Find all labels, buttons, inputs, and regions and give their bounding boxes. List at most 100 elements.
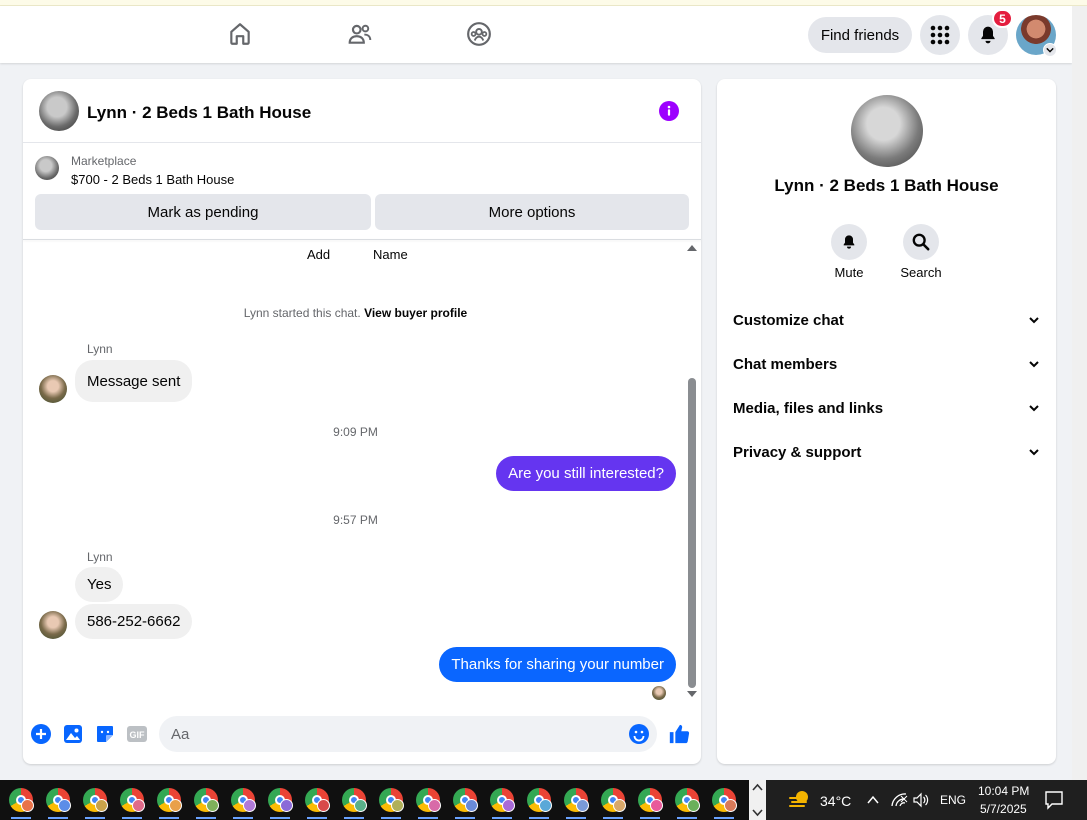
taskbar-chrome-profile-icon[interactable] [120, 788, 145, 819]
thumbs-up-icon[interactable] [668, 723, 690, 745]
friends-icon[interactable] [346, 20, 374, 48]
taskbar-chrome-profile-icon[interactable] [231, 788, 256, 819]
chat-members-section[interactable]: Chat members [733, 344, 1040, 384]
taskbar-chrome-profile-icon[interactable] [638, 788, 663, 819]
info-icon[interactable] [659, 101, 679, 121]
running-indicator [714, 817, 734, 819]
taskbar-chrome-profile-icon[interactable] [453, 788, 478, 819]
profile-badge-icon [169, 799, 182, 812]
view-buyer-profile-link[interactable]: View buyer profile [364, 306, 467, 320]
language-indicator[interactable]: ENG [940, 793, 966, 807]
network-icon[interactable] [890, 792, 908, 813]
weather-icon[interactable] [788, 789, 812, 816]
taskbar-chrome-profile-icon[interactable] [268, 788, 293, 819]
photo-icon[interactable] [62, 723, 84, 745]
page-scrollbar[interactable] [1072, 6, 1087, 780]
taskbar-scroll[interactable] [749, 780, 766, 820]
menu-grid-icon[interactable] [920, 15, 960, 55]
more-options-button[interactable]: More options [375, 194, 689, 230]
search-icon[interactable] [903, 224, 939, 260]
message-composer: GIF [23, 715, 701, 755]
privacy-support-section[interactable]: Privacy & support [733, 432, 1040, 472]
scroll-down-arrow[interactable] [687, 691, 697, 697]
gif-icon[interactable]: GIF [126, 723, 148, 745]
header-divider [23, 239, 701, 240]
windows-taskbar: 34°C ENG 10:04 PM 5/7/2025 [0, 780, 1087, 820]
section-label: Privacy & support [733, 443, 862, 461]
search-label[interactable]: Search [891, 265, 951, 280]
profile-badge-icon [95, 799, 108, 812]
sender-avatar[interactable] [39, 375, 67, 403]
profile-badge-icon [650, 799, 663, 812]
chevron-down-icon [1029, 449, 1039, 456]
message-timestamp: 9:09 PM [333, 425, 378, 439]
chat-header: Lynn · 2 Beds 1 Bath House [23, 79, 701, 143]
taskbar-chrome-profile-icon[interactable] [46, 788, 71, 819]
running-indicator [233, 817, 253, 819]
add-label[interactable]: Add [307, 247, 330, 262]
message-timestamp: 9:57 PM [333, 513, 378, 527]
running-indicator [85, 817, 105, 819]
chat-title[interactable]: Lynn · 2 Beds 1 Bath House [87, 103, 311, 123]
profile-badge-icon [132, 799, 145, 812]
clock-date[interactable]: 5/7/2025 [980, 802, 1027, 816]
chat-avatar[interactable] [39, 91, 79, 131]
notification-center-icon[interactable] [1044, 790, 1064, 815]
taskbar-chrome-profile-icon[interactable] [675, 788, 700, 819]
taskbar-chrome-profile-icon[interactable] [157, 788, 182, 819]
sender-avatar[interactable] [39, 611, 67, 639]
sticker-icon[interactable] [94, 723, 116, 745]
groups-icon[interactable] [465, 20, 493, 48]
chevron-down-icon[interactable] [1043, 43, 1057, 57]
taskbar-chrome-profile-icon[interactable] [83, 788, 108, 819]
message-bubble-incoming[interactable]: Message sent [75, 360, 193, 402]
taskbar-chrome-profile-icon[interactable] [379, 788, 404, 819]
mute-label[interactable]: Mute [819, 265, 879, 280]
taskbar-chrome-profile-icon[interactable] [490, 788, 515, 819]
running-indicator [640, 817, 660, 819]
listing-thumbnail[interactable] [35, 156, 59, 180]
taskbar-chrome-profile-icon[interactable] [712, 788, 737, 819]
profile-badge-icon [317, 799, 330, 812]
message-bubble-outgoing[interactable]: Are you still interested? [496, 456, 676, 491]
taskbar-chrome-profile-icon[interactable] [305, 788, 330, 819]
profile-badge-icon [502, 799, 515, 812]
running-indicator [159, 817, 179, 819]
emoji-icon[interactable] [628, 723, 650, 745]
taskbar-chrome-profile-icon[interactable] [342, 788, 367, 819]
conversation-avatar[interactable] [851, 95, 923, 167]
taskbar-chrome-profile-icon[interactable] [194, 788, 219, 819]
message-bubble-incoming[interactable]: Yes [75, 567, 124, 602]
message-bubble-incoming[interactable]: 586-252-6662 [75, 604, 193, 639]
chevron-up-icon[interactable] [866, 793, 880, 812]
taskbar-chrome-profile-icon[interactable] [527, 788, 552, 819]
taskbar-chrome-profile-icon[interactable] [564, 788, 589, 819]
name-label[interactable]: Name [373, 247, 408, 262]
clock-time[interactable]: 10:04 PM [978, 784, 1029, 798]
taskbar-apps [0, 780, 749, 820]
volume-icon[interactable] [912, 792, 930, 813]
home-icon[interactable] [226, 20, 254, 48]
running-indicator [344, 817, 364, 819]
profile-badge-icon [539, 799, 552, 812]
plus-icon[interactable] [30, 723, 52, 745]
taskbar-chrome-profile-icon[interactable] [601, 788, 626, 819]
taskbar-chrome-profile-icon[interactable] [416, 788, 441, 819]
find-friends-button[interactable]: Find friends [808, 17, 912, 53]
message-input[interactable] [159, 716, 657, 752]
chat-scrollbar[interactable] [687, 243, 697, 698]
chevron-down-icon [1029, 317, 1039, 324]
customize-chat-section[interactable]: Customize chat [733, 300, 1040, 340]
chat-scrollbar-thumb[interactable] [688, 378, 696, 688]
running-indicator [418, 817, 438, 819]
seen-indicator-avatar [652, 686, 666, 700]
message-bubble-outgoing[interactable]: Thanks for sharing your number [439, 647, 676, 682]
notification-count-badge: 5 [992, 9, 1013, 28]
mark-as-pending-button[interactable]: Mark as pending [35, 194, 371, 230]
temperature-readout[interactable]: 34°C [820, 793, 851, 809]
taskbar-chrome-profile-icon[interactable] [9, 788, 34, 819]
listing-title[interactable]: $700 - 2 Beds 1 Bath House [71, 172, 234, 187]
mute-bell-icon[interactable] [831, 224, 867, 260]
media-files-links-section[interactable]: Media, files and links [733, 388, 1040, 428]
profile-badge-icon [613, 799, 626, 812]
